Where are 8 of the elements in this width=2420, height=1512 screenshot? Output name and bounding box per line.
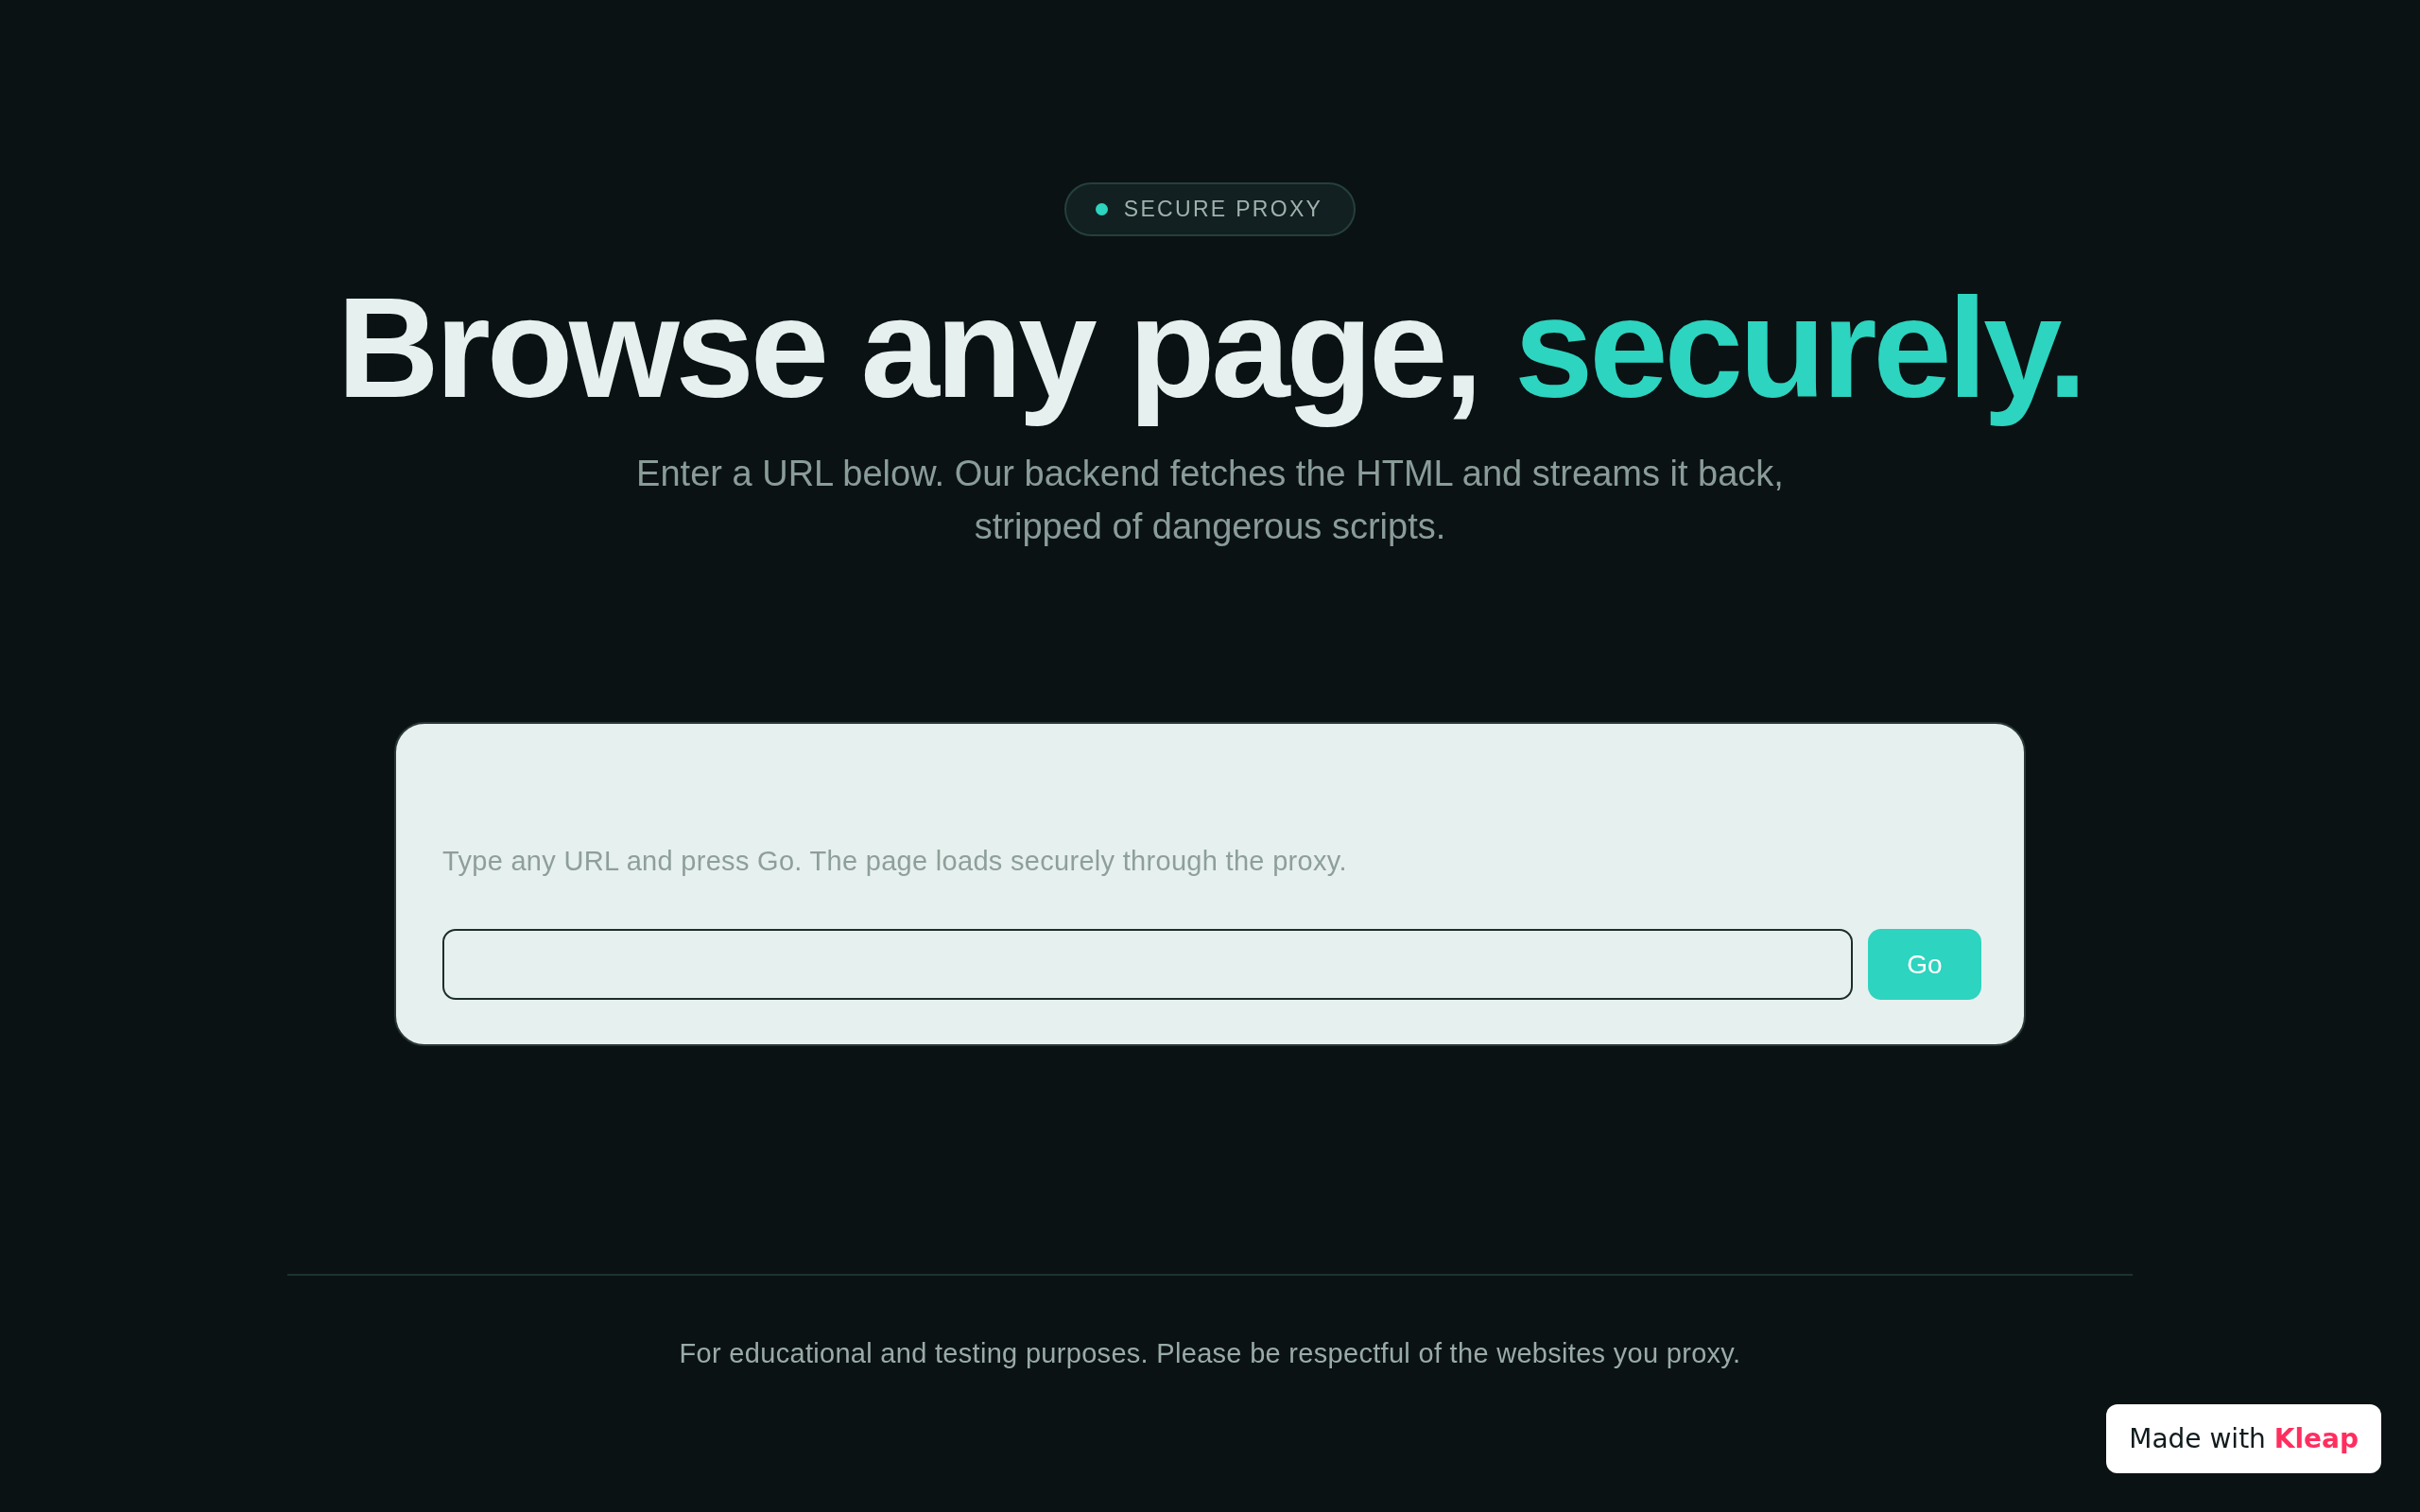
hero-subtitle: Enter a URL below. Our backend fetches the HTML and streams it back, stripped of dangerous scripts. bbox=[635, 453, 1785, 548]
footer-note: For educational and testing purposes. Please be respectful of the websites you proxy. bbox=[679, 1337, 1741, 1370]
pill-label: SECURE PROXY bbox=[1123, 197, 1323, 222]
hero-heading: Browse any page, securely. bbox=[337, 270, 2083, 426]
hint-text: Type any URL and press Go. The page loads securely through the proxy. bbox=[442, 845, 1347, 878]
url-input[interactable] bbox=[442, 929, 1853, 1000]
attribution-link[interactable]: Made with Kleap bbox=[2106, 1404, 2381, 1473]
status-dot-icon bbox=[1095, 203, 1108, 215]
